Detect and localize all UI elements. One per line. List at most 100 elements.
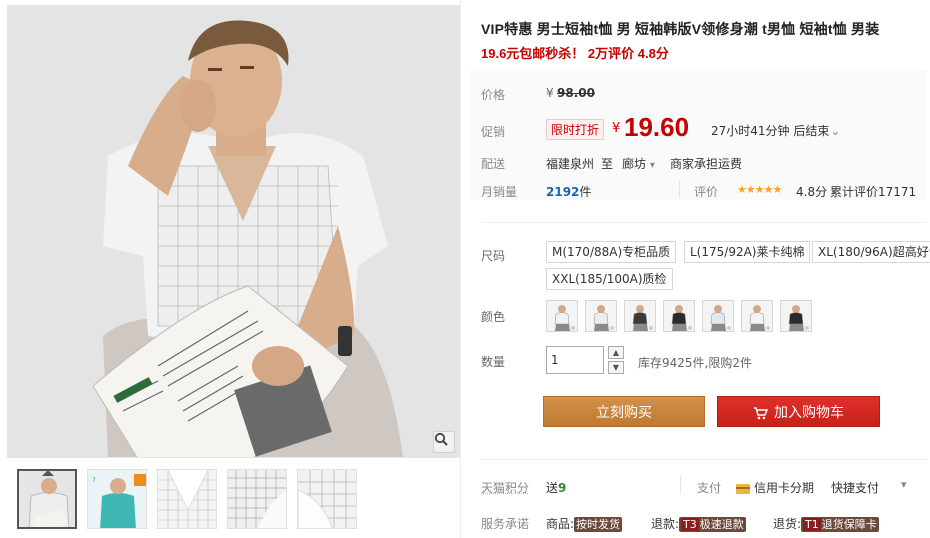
swatch-image [781, 301, 812, 332]
buy-now-button[interactable]: 立刻购买 [543, 396, 705, 427]
swatch-image [547, 301, 578, 332]
color-swatch-4[interactable] [663, 300, 695, 332]
chevron-down-icon: ▼ [613, 363, 619, 372]
monthly-sales: 2192件 [546, 183, 591, 200]
color-swatch-5[interactable] [702, 300, 734, 332]
payment-expand-caret[interactable]: ▾ [901, 478, 907, 491]
promo-price: 19.60 [624, 112, 689, 143]
thumbnail-5[interactable] [297, 469, 357, 529]
active-indicator [42, 470, 54, 476]
quantity-decrease-button[interactable]: ▼ [608, 361, 624, 374]
product-title: VIP特惠 男士短袖t恤 男 短袖韩版V领修身潮 t男恤 短袖t恤 男装 [481, 19, 879, 39]
quantity-label: 数量 [481, 353, 505, 370]
shipping-destination-select[interactable]: 廊坊 ▾ [622, 155, 655, 172]
pay-label: 支付 [697, 479, 721, 496]
total-reviews-link[interactable]: 累计评价17171 [830, 183, 916, 200]
thumbnail-3[interactable] [157, 469, 217, 529]
thumbnail-image [298, 470, 357, 529]
service-return-code: T1 [803, 518, 821, 531]
swatch-image [586, 301, 617, 332]
promo-countdown[interactable]: 27小时41分钟 后结束⌄ [711, 122, 840, 139]
quantity-input[interactable]: 1 [546, 346, 604, 374]
shipping-to: 廊坊 [622, 157, 646, 171]
service-goods-label: 商品: [546, 517, 574, 531]
quantity-increase-button[interactable]: ▲ [608, 346, 624, 359]
service-goods: 商品: 按时发货 [546, 515, 622, 532]
add-to-cart-button[interactable]: 加入购物车 [717, 396, 880, 427]
tmall-points: 送9 [546, 479, 566, 496]
stats-divider [679, 180, 680, 198]
thumbnail-1[interactable] [17, 469, 77, 529]
chevron-up-icon: ▲ [613, 348, 619, 357]
color-swatch-7[interactable] [780, 300, 812, 332]
credit-card-icon [736, 484, 750, 494]
color-swatch-3[interactable] [624, 300, 656, 332]
service-refund-text: 极速退款 [700, 518, 744, 531]
cart-icon [753, 407, 768, 420]
service-refund: 退款: T3 极速退款 [651, 515, 746, 532]
section-divider [481, 459, 927, 460]
thumbnail-4[interactable] [227, 469, 287, 529]
size-option-m[interactable]: M(170/88A)专柜品质 [546, 241, 676, 263]
price-label: 价格 [481, 86, 505, 103]
credit-card-installment-link[interactable]: 信用卡分期 [736, 479, 814, 496]
color-swatch-2[interactable] [585, 300, 617, 332]
main-product-image[interactable] [7, 5, 460, 458]
rating-value: 4.8分 [796, 183, 827, 200]
thumbnail-image [158, 470, 217, 529]
section-divider [481, 222, 927, 223]
service-return-text: 退货保障卡 [822, 518, 877, 531]
rating-stars: ★★★★★ [737, 182, 781, 196]
service-goods-tag: 按时发货 [574, 517, 622, 532]
monthly-sales-unit: 件 [579, 185, 591, 199]
product-subtitle: 19.6元包邮秒杀！ 2万评价 4.8分 [481, 43, 669, 62]
add-to-cart-label: 加入购物车 [774, 404, 844, 420]
service-refund-label: 退款: [651, 517, 679, 531]
points-prefix: 送 [546, 481, 558, 495]
promo-label: 促销 [481, 123, 505, 140]
color-swatch-1[interactable] [546, 300, 578, 332]
stock-note: 库存9425件,限购2件 [638, 354, 752, 371]
product-info-panel: VIP特惠 男士短袖t恤 男 短袖韩版V领修身潮 t男恤 短袖t恤 男装 19.… [460, 0, 930, 538]
swatch-image [703, 301, 734, 332]
shipping-label: 配送 [481, 155, 505, 172]
color-swatch-6[interactable] [741, 300, 773, 332]
thumbnail-2[interactable]: 7 [87, 469, 147, 529]
size-label: 尺码 [481, 247, 505, 264]
color-label: 颜色 [481, 308, 505, 325]
chevron-down-icon: ⌄ [830, 124, 840, 138]
model-photo [8, 6, 460, 458]
review-label: 评价 [694, 183, 718, 200]
swatch-image [742, 301, 773, 332]
shipping-from: 福建泉州 [546, 155, 594, 172]
swatch-image [625, 301, 656, 332]
size-option-xl[interactable]: XL(180/96A)超高好评 [812, 241, 930, 263]
star-icons: ★★★★★ [737, 183, 781, 196]
service-refund-tag: T3 极速退款 [679, 517, 746, 532]
size-option-xxl[interactable]: XXL(185/100A)质检 [546, 268, 673, 290]
credit-card-label: 信用卡分期 [754, 481, 814, 495]
thumbnail-image: 7 [88, 470, 147, 529]
shipping-fee-note: 商家承担运费 [670, 155, 742, 172]
size-option-l[interactable]: L(175/92A)莱卡纯棉 [684, 241, 810, 263]
points-divider [680, 476, 681, 494]
monthly-sales-label: 月销量 [481, 183, 517, 200]
thumbnail-image [19, 471, 77, 529]
svg-text:7: 7 [92, 477, 96, 484]
promo-tag: 限时打折 [546, 119, 604, 140]
original-price: 98.00 [557, 86, 595, 100]
service-return-label: 退货: [773, 517, 801, 531]
service-return: 退货: T1 退货保障卡 [773, 515, 879, 532]
swatch-image [664, 301, 695, 332]
service-label: 服务承诺 [481, 515, 529, 532]
zoom-button[interactable] [433, 431, 455, 453]
original-price-currency: ¥ [546, 86, 554, 100]
tmall-points-label: 天猫积分 [481, 479, 529, 496]
thumbnail-strip: 7 [7, 459, 460, 538]
service-refund-code: T3 [681, 518, 699, 531]
service-return-tag: T1 退货保障卡 [801, 517, 879, 532]
quick-pay-label: 快捷支付 [831, 479, 879, 496]
magnifier-icon [434, 432, 448, 446]
points-value: 9 [558, 481, 566, 495]
promo-currency: ¥ [612, 121, 620, 136]
